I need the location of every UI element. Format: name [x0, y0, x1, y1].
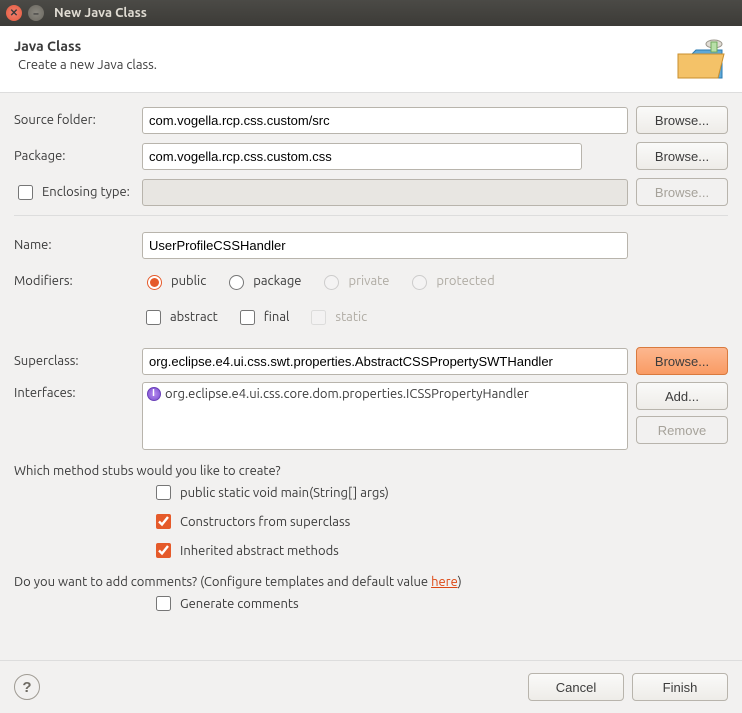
check-generate-comments-input[interactable]	[156, 596, 171, 611]
radio-package[interactable]: package	[224, 272, 301, 290]
label-source-folder: Source folder:	[14, 113, 134, 127]
label-modifiers: Modifiers:	[14, 274, 134, 288]
check-generate-comments[interactable]: Generate comments	[152, 593, 728, 614]
check-main-method[interactable]: public static void main(String[] args)	[152, 482, 728, 503]
superclass-input[interactable]	[142, 348, 628, 375]
comments-question: Do you want to add comments? (Configure …	[14, 575, 728, 589]
folder-class-icon	[676, 36, 728, 82]
interface-item[interactable]: org.eclipse.e4.ui.css.core.dom.propertie…	[147, 387, 623, 401]
browse-source-button[interactable]: Browse...	[636, 106, 728, 134]
browse-enclosing-button: Browse...	[636, 178, 728, 206]
titlebar: ✕ – New Java Class	[0, 0, 742, 26]
stubs-question: Which method stubs would you like to cre…	[14, 464, 728, 478]
finish-button[interactable]: Finish	[632, 673, 728, 701]
banner-description: Create a new Java class.	[18, 58, 157, 72]
cancel-button[interactable]: Cancel	[528, 673, 624, 701]
divider	[14, 215, 728, 216]
check-inherited-input[interactable]	[156, 543, 171, 558]
banner: Java Class Create a new Java class.	[0, 26, 742, 93]
check-final-input[interactable]	[240, 310, 255, 325]
radio-public[interactable]: public	[142, 272, 206, 290]
row-modifiers-other: abstract final static	[14, 302, 728, 332]
check-constructors[interactable]: Constructors from superclass	[152, 511, 728, 532]
label-superclass: Superclass:	[14, 354, 134, 368]
source-folder-input[interactable]	[142, 107, 628, 134]
radio-private: private	[319, 272, 389, 290]
enclosing-type-checkbox[interactable]	[18, 185, 33, 200]
radio-private-input	[324, 275, 339, 290]
row-enclosing-type: Enclosing type: Browse...	[14, 177, 728, 207]
content-area: Source folder: Browse... Package: Browse…	[0, 93, 742, 620]
window-title: New Java Class	[54, 6, 147, 20]
remove-interface-button: Remove	[636, 416, 728, 444]
check-abstract[interactable]: abstract	[142, 307, 218, 328]
label-interfaces: Interfaces:	[14, 382, 134, 400]
check-main-input[interactable]	[156, 485, 171, 500]
row-interfaces: Interfaces: org.eclipse.e4.ui.css.core.d…	[14, 382, 728, 450]
add-interface-button[interactable]: Add...	[636, 382, 728, 410]
radio-public-input[interactable]	[147, 275, 162, 290]
label-enclosing-type: Enclosing type:	[42, 185, 130, 199]
interface-text: org.eclipse.e4.ui.css.core.dom.propertie…	[165, 387, 529, 401]
help-button[interactable]: ?	[14, 674, 40, 700]
interface-icon	[147, 387, 161, 401]
close-icon[interactable]: ✕	[6, 5, 22, 21]
check-final[interactable]: final	[236, 307, 290, 328]
browse-package-button[interactable]: Browse...	[636, 142, 728, 170]
minimize-icon[interactable]: –	[28, 5, 44, 21]
row-package: Package: Browse...	[14, 141, 728, 171]
configure-link[interactable]: here	[431, 575, 458, 589]
browse-superclass-button[interactable]: Browse...	[636, 347, 728, 375]
enclosing-type-check[interactable]: Enclosing type:	[14, 182, 134, 203]
interfaces-list[interactable]: org.eclipse.e4.ui.css.core.dom.propertie…	[142, 382, 628, 450]
banner-title: Java Class	[14, 38, 157, 54]
row-name: Name:	[14, 230, 728, 260]
row-superclass: Superclass: Browse...	[14, 346, 728, 376]
check-inherited[interactable]: Inherited abstract methods	[152, 540, 728, 561]
check-static: static	[307, 307, 367, 328]
check-abstract-input[interactable]	[146, 310, 161, 325]
check-static-input	[311, 310, 326, 325]
radio-protected: protected	[407, 272, 494, 290]
name-input[interactable]	[142, 232, 628, 259]
package-input[interactable]	[142, 143, 582, 170]
radio-package-input[interactable]	[229, 275, 244, 290]
label-package: Package:	[14, 149, 134, 163]
enclosing-type-input	[142, 179, 628, 206]
label-name: Name:	[14, 238, 134, 252]
radio-protected-input	[412, 275, 427, 290]
row-modifiers-visibility: Modifiers: public package private protec…	[14, 266, 728, 296]
check-constructors-input[interactable]	[156, 514, 171, 529]
footer: ? Cancel Finish	[0, 660, 742, 713]
row-source-folder: Source folder: Browse...	[14, 105, 728, 135]
